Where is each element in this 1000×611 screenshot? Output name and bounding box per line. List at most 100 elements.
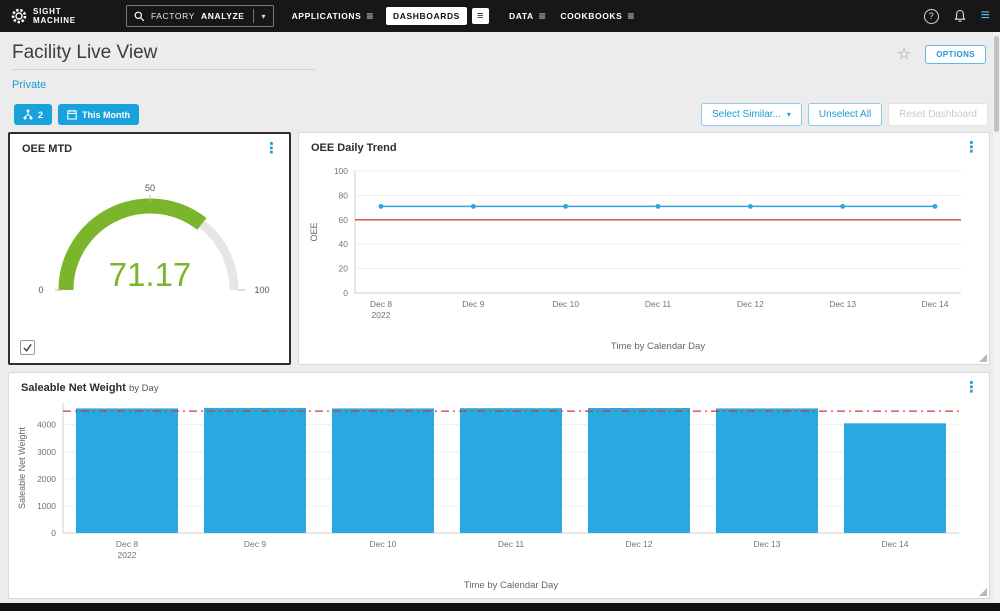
saleable-net-weight-chart: 0 1000 2000 3000 4000 Dec 8 2022 Dec 9 Dec 10 Dec… (9, 395, 989, 600)
dashboard-toolbar: 2 This Month Select Similar... ▾ Unselec… (14, 103, 988, 126)
options-button[interactable]: OPTIONS (925, 44, 986, 64)
svg-text:Time by Calendar Day: Time by Calendar Day (611, 341, 705, 352)
oee-daily-trend-panel[interactable]: OEE Daily Trend ⋮ 0 20 40 60 80 100 Dec 8 2022 D… (298, 132, 990, 365)
analyze-label: ANALYZE (200, 11, 245, 21)
svg-text:Saleable Net Weight: Saleable Net Weight (17, 427, 27, 509)
time-filter-button[interactable]: This Month (58, 104, 140, 125)
brand-text: SIGHT MACHINE (33, 7, 76, 25)
hierarchy-icon (23, 109, 33, 120)
applications-label: APPLICATIONS (291, 11, 362, 21)
svg-text:Dec 10: Dec 10 (370, 539, 397, 549)
data-label: DATA (508, 11, 534, 21)
resize-handle[interactable] (979, 354, 987, 362)
svg-text:Dec 9: Dec 9 (462, 299, 484, 309)
vertical-scrollbar[interactable] (993, 32, 1000, 603)
svg-text:Dec 14: Dec 14 (922, 299, 949, 309)
factory-analyze-selector[interactable]: FACTORY ANALYZE ▾ (125, 5, 274, 27)
svg-text:0: 0 (38, 285, 43, 295)
selected-count: 2 (38, 109, 44, 120)
svg-text:50: 50 (144, 183, 154, 193)
selected-widgets-button[interactable]: 2 (14, 104, 53, 125)
panel-select-checkbox[interactable] (20, 340, 35, 355)
svg-text:Dec 9: Dec 9 (244, 539, 266, 549)
panel-title: OEE Daily Trend (311, 142, 397, 154)
footer-bar (0, 603, 1000, 611)
nav-applications[interactable]: APPLICATIONS ≡ (292, 9, 374, 23)
svg-text:60: 60 (339, 215, 349, 225)
data-menu-icon[interactable]: ≡ (539, 9, 547, 23)
favorite-star-icon[interactable]: ☆ (897, 44, 911, 64)
panel-title: OEE MTD (22, 143, 73, 155)
help-icon[interactable]: ? (923, 8, 939, 24)
title-underline (12, 69, 315, 70)
panel-head: Saleable Net Weight by Day ⋮ (9, 373, 989, 395)
header-actions: ☆ OPTIONS (897, 44, 986, 64)
calendar-icon (67, 109, 77, 120)
svg-text:Dec 12: Dec 12 (626, 539, 653, 549)
svg-text:40: 40 (339, 239, 349, 249)
search-icon (134, 11, 145, 21)
cookbooks-label: COOKBOOKS (560, 11, 623, 21)
cookbooks-menu-icon[interactable]: ≡ (627, 9, 635, 23)
top-navbar: SIGHT MACHINE FACTORY ANALYZE ▾ APPLICAT… (0, 0, 1000, 32)
nav-dashboards[interactable]: DASHBOARDS ≡ (386, 7, 489, 25)
nav-data[interactable]: DATA ≡ (509, 9, 546, 23)
svg-text:Dec 11: Dec 11 (498, 539, 525, 549)
check-icon (23, 343, 32, 352)
panel-title-main: Saleable Net Weight (21, 382, 126, 394)
saleable-net-weight-panel[interactable]: Saleable Net Weight by Day ⋮ 0 1000 2000 30… (8, 372, 990, 599)
applications-menu-icon[interactable]: ≡ (366, 9, 374, 23)
divider (252, 9, 254, 23)
brand-line1: SIGHT (33, 6, 62, 16)
privacy-link[interactable]: Private (12, 79, 46, 91)
panel-menu-icon[interactable]: ⋮ (964, 380, 979, 395)
navbar-right: ? ≡ (923, 8, 990, 24)
unselect-all-button[interactable]: Unselect All (807, 103, 883, 126)
select-similar-label: Select Similar... (711, 109, 781, 120)
panel-title-sub: by Day (129, 383, 159, 394)
svg-text:0: 0 (51, 528, 56, 538)
page-header: Facility Live View Private ☆ OPTIONS (0, 32, 1000, 93)
scrollbar-thumb[interactable] (994, 36, 999, 132)
panel-head: OEE MTD ⋮ (10, 134, 289, 156)
svg-text:Dec 13: Dec 13 (754, 539, 781, 549)
panel-menu-icon[interactable]: ⋮ (964, 140, 979, 155)
svg-text:Dec 10: Dec 10 (552, 299, 579, 309)
svg-text:Dec 11: Dec 11 (645, 299, 672, 309)
factory-label: FACTORY (150, 11, 195, 21)
svg-text:2000: 2000 (37, 474, 56, 484)
oee-gauge-chart: 0 50 100 71.17 (10, 164, 289, 323)
svg-text:100: 100 (334, 166, 348, 176)
resize-handle[interactable] (979, 588, 987, 596)
svg-text:2022: 2022 (372, 310, 391, 320)
toolbar-right: Select Similar... ▾ Unselect All Reset D… (700, 103, 988, 126)
svg-text:20: 20 (339, 264, 349, 274)
svg-text:0: 0 (343, 288, 348, 298)
sightmachine-brand[interactable]: SIGHT MACHINE (10, 7, 76, 25)
brand-line2: MACHINE (33, 16, 76, 25)
notifications-bell-icon[interactable] (953, 9, 967, 24)
dashboards-menu-icon[interactable]: ≡ (471, 8, 489, 24)
chevron-down-icon: ▾ (261, 11, 266, 21)
time-filter-label: This Month (82, 109, 131, 120)
svg-text:4000: 4000 (37, 420, 56, 430)
panel-head: OEE Daily Trend ⋮ (299, 133, 989, 155)
svg-text:Dec 14: Dec 14 (882, 539, 909, 549)
svg-text:Time by Calendar Day: Time by Calendar Day (464, 580, 558, 591)
panel-menu-icon[interactable]: ⋮ (264, 141, 279, 156)
nav-cookbooks[interactable]: COOKBOOKS ≡ (560, 9, 635, 23)
svg-text:OEE: OEE (309, 222, 319, 241)
svg-text:2022: 2022 (118, 550, 137, 560)
oee-trend-chart: 0 20 40 60 80 100 Dec 8 2022 Dec 9 Dec 10 Dec 11 De… (299, 155, 989, 362)
oee-mtd-panel[interactable]: OEE MTD ⋮ 0 50 100 71.17 (8, 132, 291, 365)
svg-text:Dec 8: Dec 8 (116, 539, 138, 549)
dashboards-label[interactable]: DASHBOARDS (386, 7, 467, 25)
svg-text:100: 100 (254, 285, 269, 295)
svg-text:71.17: 71.17 (108, 256, 191, 293)
main-menu-icon[interactable]: ≡ (981, 8, 990, 24)
dashboard-grid: OEE MTD ⋮ 0 50 100 71.17 OEE Daily Trend ⋮ … (8, 132, 990, 599)
svg-text:Dec 8: Dec 8 (370, 299, 392, 309)
svg-text:80: 80 (339, 190, 349, 200)
svg-text:3000: 3000 (37, 447, 56, 457)
select-similar-dropdown[interactable]: Select Similar... ▾ (700, 103, 802, 126)
